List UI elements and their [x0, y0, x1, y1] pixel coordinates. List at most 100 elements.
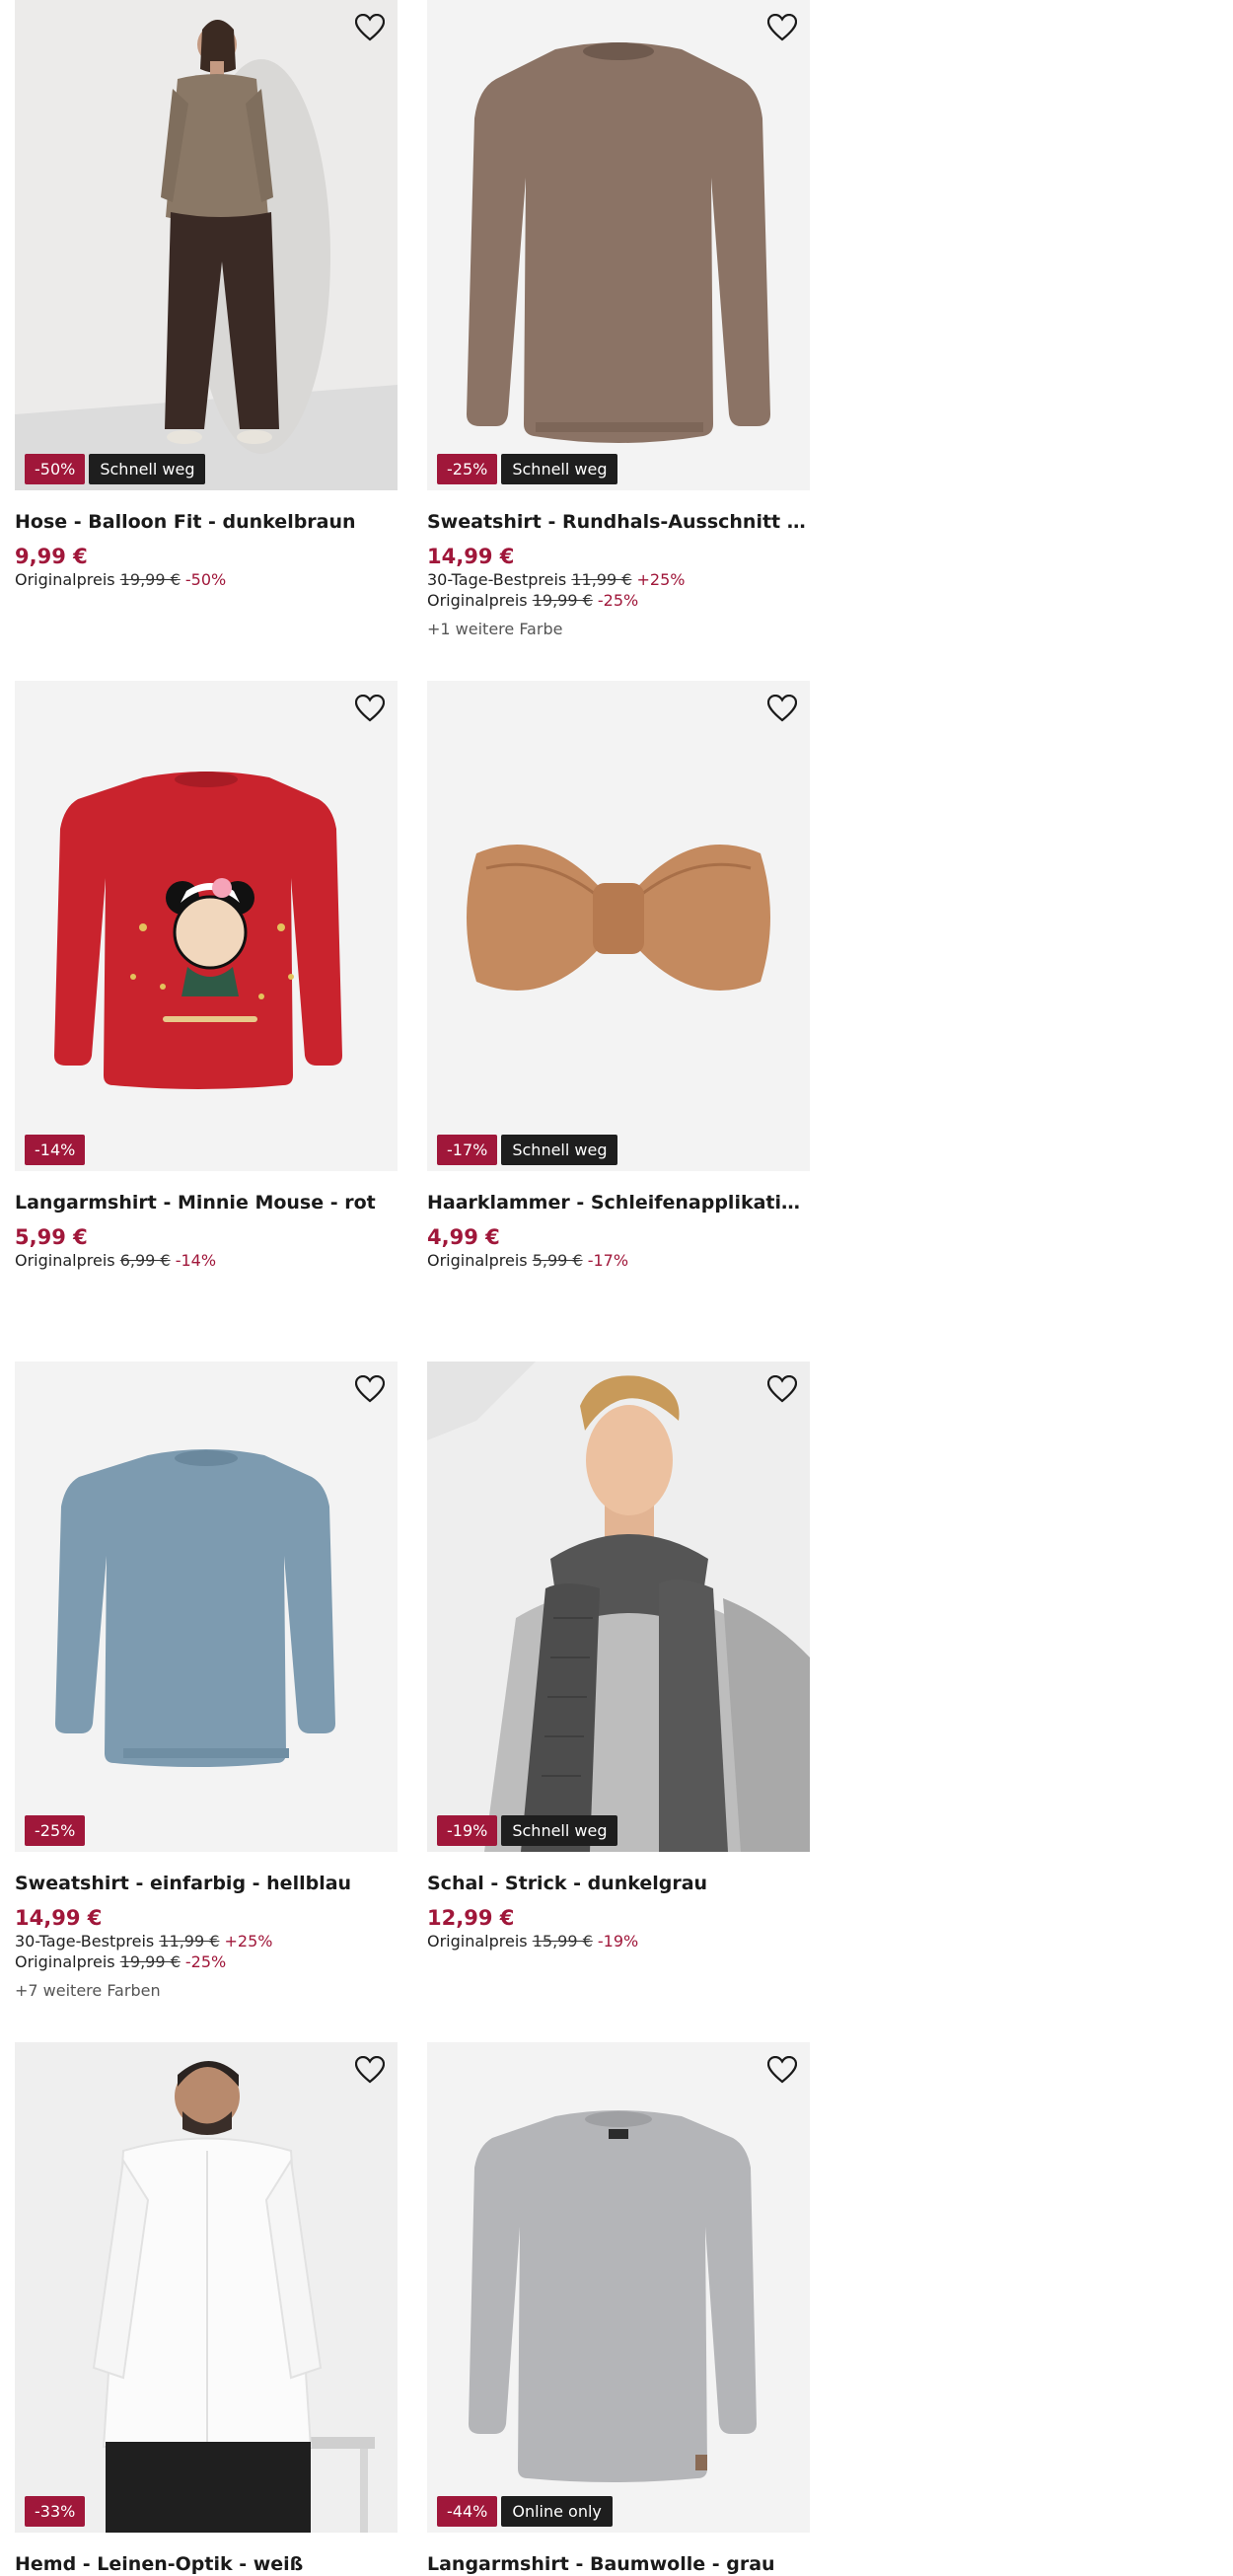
original-price-line: Originalpreis 19,99 € -50% — [15, 569, 398, 590]
badge-group: -14% — [25, 1135, 86, 1165]
product-card[interactable]: -44% Online only Langarmshirt - Baumwoll… — [427, 2042, 810, 2576]
heart-outline-icon — [355, 695, 385, 722]
product-photo-scarf — [427, 1362, 810, 1852]
product-card[interactable]: -25% Schnell weg Sweatshirt - Rundhals-A… — [427, 0, 810, 639]
best-price-line: 30-Tage-Bestpreis 11,99 € +25% — [427, 569, 810, 590]
original-price-line: Originalpreis 19,99 € -25% — [427, 590, 810, 611]
product-image[interactable]: -50% Schnell weg — [15, 0, 398, 490]
flag-badge: Schnell weg — [501, 1815, 618, 1846]
product-image[interactable]: -19% Schnell weg — [427, 1362, 810, 1852]
product-price: 5,99 € — [15, 1225, 88, 1249]
badge-group: -19% Schnell weg — [437, 1815, 618, 1846]
product-photo-longsleeve-grey — [427, 2042, 810, 2533]
product-card[interactable]: -19% Schnell weg Schal - Strick - dunkel… — [427, 1362, 810, 1951]
badge-group: -17% Schnell weg — [437, 1135, 618, 1165]
original-price-label: Originalpreis — [15, 1251, 115, 1270]
original-price-pct: -50% — [184, 570, 227, 589]
discount-badge: -25% — [437, 454, 498, 484]
product-image[interactable]: -44% Online only — [427, 2042, 810, 2533]
product-price: 12,99 € — [427, 1906, 515, 1930]
product-title[interactable]: Langarmshirt - Baumwolle - grau — [427, 2552, 810, 2576]
original-price-value: 19,99 € — [119, 570, 181, 589]
product-price: 4,99 € — [427, 1225, 500, 1249]
original-price-label: Originalpreis — [427, 1932, 528, 1950]
discount-badge: -50% — [25, 454, 86, 484]
discount-badge: -44% — [437, 2496, 498, 2527]
original-price-label: Originalpreis — [15, 570, 115, 589]
product-photo-trousers — [15, 0, 398, 490]
wishlist-button[interactable] — [764, 691, 800, 726]
product-photo-hair-bow — [427, 681, 810, 1171]
best-price-label: 30-Tage-Bestpreis — [427, 570, 567, 589]
product-title[interactable]: Hose - Balloon Fit - dunkelbraun — [15, 510, 398, 534]
discount-badge: -14% — [25, 1135, 86, 1165]
product-image[interactable]: -17% Schnell weg — [427, 681, 810, 1171]
badge-group: -33% — [25, 2496, 86, 2527]
original-price-pct: -17% — [587, 1251, 629, 1270]
product-card[interactable]: -50% Schnell weg Hose - Balloon Fit - du… — [15, 0, 398, 590]
original-price-line: Originalpreis 6,99 € -14% — [15, 1250, 398, 1271]
best-price-value: 11,99 € — [571, 570, 632, 589]
product-photo-linen-shirt — [15, 2042, 398, 2533]
wishlist-button[interactable] — [352, 2052, 388, 2088]
heart-outline-icon — [767, 695, 797, 722]
product-price: 14,99 € — [15, 1906, 103, 1930]
original-price-pct: -25% — [184, 1952, 227, 1971]
product-title[interactable]: Hemd - Leinen-Optik - weiß — [15, 2552, 398, 2576]
heart-outline-icon — [767, 2056, 797, 2084]
product-image[interactable]: -25% Schnell weg — [427, 0, 810, 490]
original-price-pct: -19% — [597, 1932, 639, 1950]
original-price-line: Originalpreis 19,99 € -25% — [15, 1951, 398, 1972]
product-image[interactable]: -14% — [15, 681, 398, 1171]
discount-badge: -25% — [25, 1815, 86, 1846]
badge-group: -44% Online only — [437, 2496, 613, 2527]
product-price: 14,99 € — [427, 545, 515, 568]
product-title[interactable]: Sweatshirt - Rundhals-Ausschnitt - hellb… — [427, 510, 810, 534]
product-title[interactable]: Langarmshirt - Minnie Mouse - rot — [15, 1191, 398, 1214]
product-price: 9,99 € — [15, 545, 88, 568]
wishlist-button[interactable] — [764, 2052, 800, 2088]
best-price-pct: +25% — [224, 1932, 273, 1950]
wishlist-button[interactable] — [352, 10, 388, 45]
discount-badge: -19% — [437, 1815, 498, 1846]
original-price-value: 15,99 € — [532, 1932, 593, 1950]
wishlist-button[interactable] — [764, 1371, 800, 1407]
discount-badge: -17% — [437, 1135, 498, 1165]
flag-badge: Schnell weg — [501, 1135, 618, 1165]
product-image[interactable]: -25% — [15, 1362, 398, 1852]
product-title[interactable]: Sweatshirt - einfarbig - hellblau — [15, 1872, 398, 1895]
product-card[interactable]: -17% Schnell weg Haarklammer - Schleifen… — [427, 681, 810, 1271]
product-image[interactable]: -33% — [15, 2042, 398, 2533]
product-photo-minnie-shirt — [15, 681, 398, 1171]
best-price-pct: +25% — [636, 570, 686, 589]
flag-badge: Schnell weg — [501, 454, 618, 484]
original-price-label: Originalpreis — [427, 591, 528, 610]
original-price-line: Originalpreis 15,99 € -19% — [427, 1931, 810, 1951]
original-price-label: Originalpreis — [15, 1952, 115, 1971]
original-price-pct: -14% — [175, 1251, 217, 1270]
product-photo-sweatshirt-blue — [15, 1362, 398, 1852]
wishlist-button[interactable] — [352, 1371, 388, 1407]
best-price-line: 30-Tage-Bestpreis 11,99 € +25% — [15, 1931, 398, 1951]
product-photo-sweatshirt-brown — [427, 0, 810, 490]
original-price-pct: -25% — [597, 591, 639, 610]
product-card[interactable]: -33% Hemd - Leinen-Optik - weiß — [15, 2042, 398, 2576]
flag-badge: Schnell weg — [89, 454, 206, 484]
more-colors-link[interactable]: +1 weitere Farbe — [427, 619, 810, 639]
badge-group: -25% Schnell weg — [437, 454, 618, 484]
heart-outline-icon — [355, 1375, 385, 1403]
badge-group: -50% Schnell weg — [25, 454, 206, 484]
more-colors-link[interactable]: +7 weitere Farben — [15, 1980, 398, 2001]
wishlist-button[interactable] — [764, 10, 800, 45]
heart-outline-icon — [767, 1375, 797, 1403]
original-price-value: 19,99 € — [532, 591, 593, 610]
discount-badge: -33% — [25, 2496, 86, 2527]
flag-badge: Online only — [501, 2496, 613, 2527]
product-title[interactable]: Schal - Strick - dunkelgrau — [427, 1872, 810, 1895]
product-card[interactable]: -14% Langarmshirt - Minnie Mouse - rot 5… — [15, 681, 398, 1271]
original-price-label: Originalpreis — [427, 1251, 528, 1270]
product-card[interactable]: -25% Sweatshirt - einfarbig - hellblau 1… — [15, 1362, 398, 2001]
badge-group: -25% — [25, 1815, 86, 1846]
product-title[interactable]: Haarklammer - Schleifenapplikation - bra… — [427, 1191, 810, 1214]
wishlist-button[interactable] — [352, 691, 388, 726]
